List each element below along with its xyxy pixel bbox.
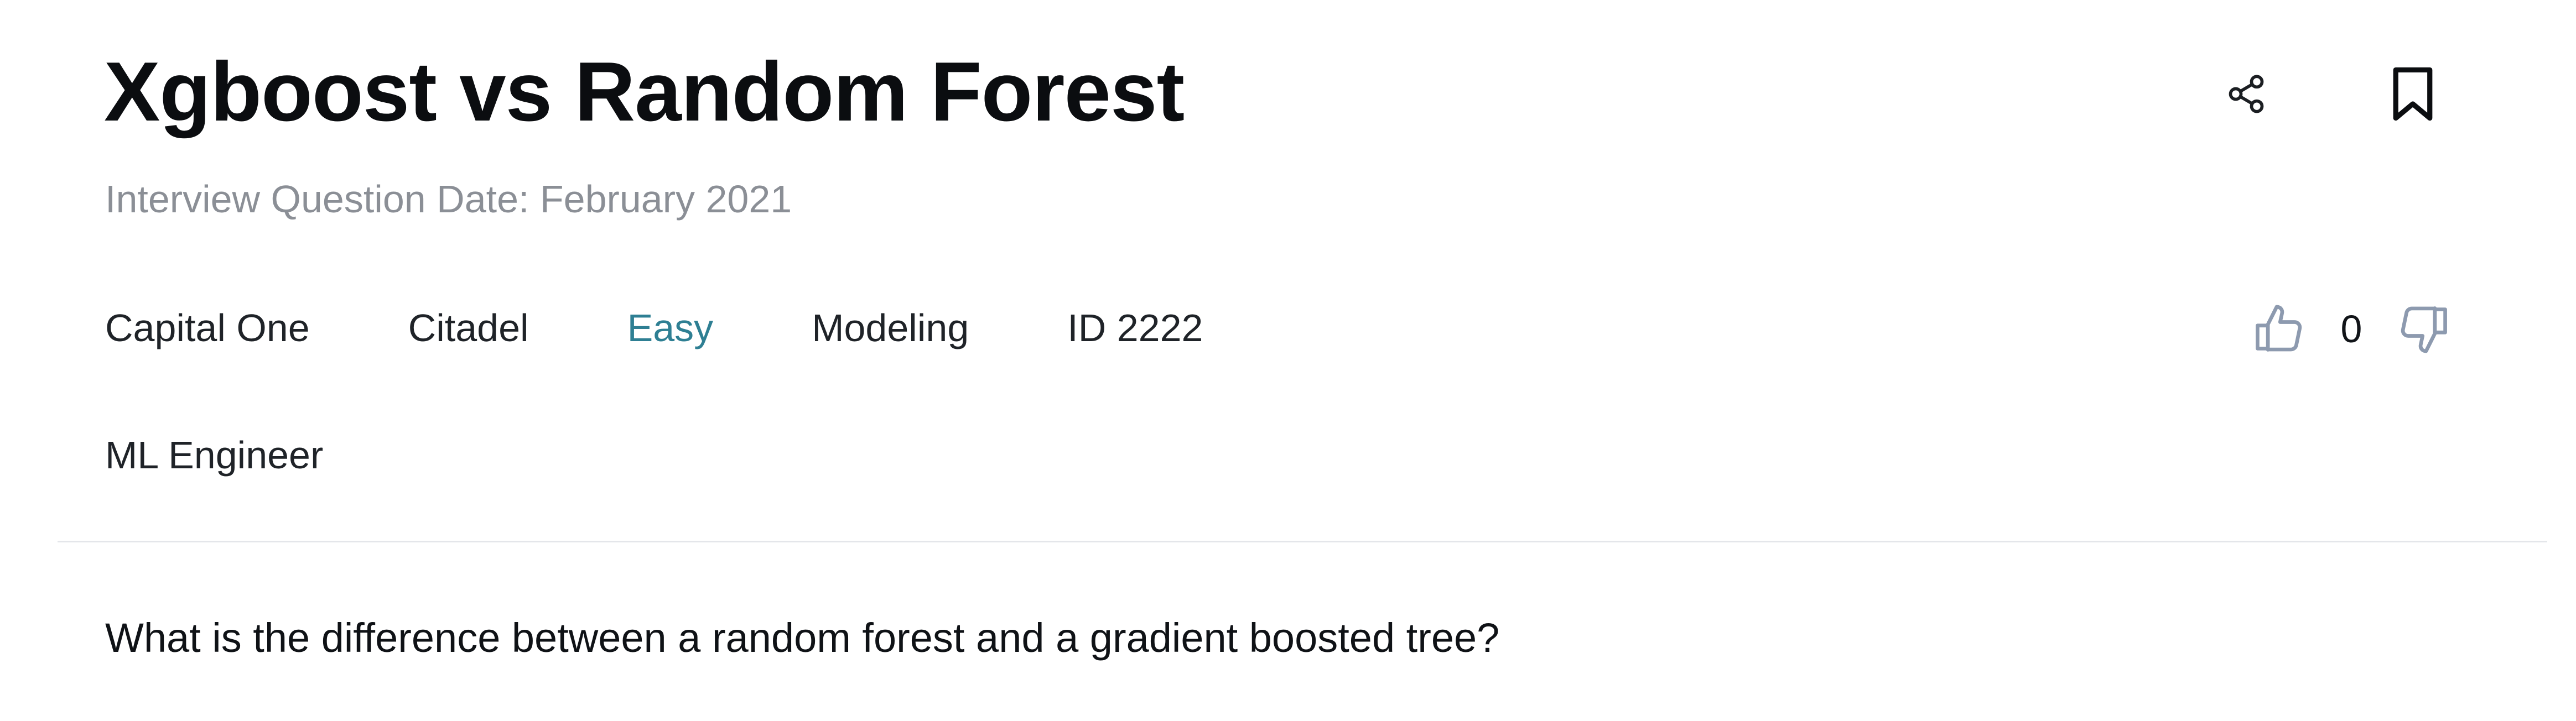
- tag-row: Capital One Citadel Easy Modeling ID 222…: [105, 303, 1203, 353]
- thumbs-down-icon: [2401, 306, 2447, 353]
- vote-controls: 0: [2246, 293, 2456, 365]
- role-tag[interactable]: ML Engineer: [105, 430, 323, 480]
- downvote-button[interactable]: [2390, 296, 2456, 362]
- section-divider: [58, 541, 2547, 542]
- page-title: Xgboost vs Random Forest: [104, 45, 1185, 139]
- share-button[interactable]: [2219, 66, 2274, 122]
- bookmark-icon: [2393, 67, 2433, 121]
- question-date: Interview Question Date: February 2021: [105, 177, 792, 221]
- question-text: What is the difference between a random …: [105, 615, 1500, 661]
- bookmark-button[interactable]: [2382, 61, 2443, 127]
- thumbs-up-icon: [2256, 305, 2302, 352]
- company-tag-citadel[interactable]: Citadel: [408, 303, 529, 353]
- share-icon: [2229, 75, 2264, 113]
- upvote-button[interactable]: [2246, 296, 2313, 362]
- vote-count: 0: [2340, 307, 2362, 351]
- question-id: ID 2222: [1067, 306, 1203, 349]
- category-tag[interactable]: Modeling: [812, 303, 969, 353]
- company-tag-capital-one[interactable]: Capital One: [105, 303, 310, 353]
- difficulty-tag[interactable]: Easy: [627, 303, 714, 353]
